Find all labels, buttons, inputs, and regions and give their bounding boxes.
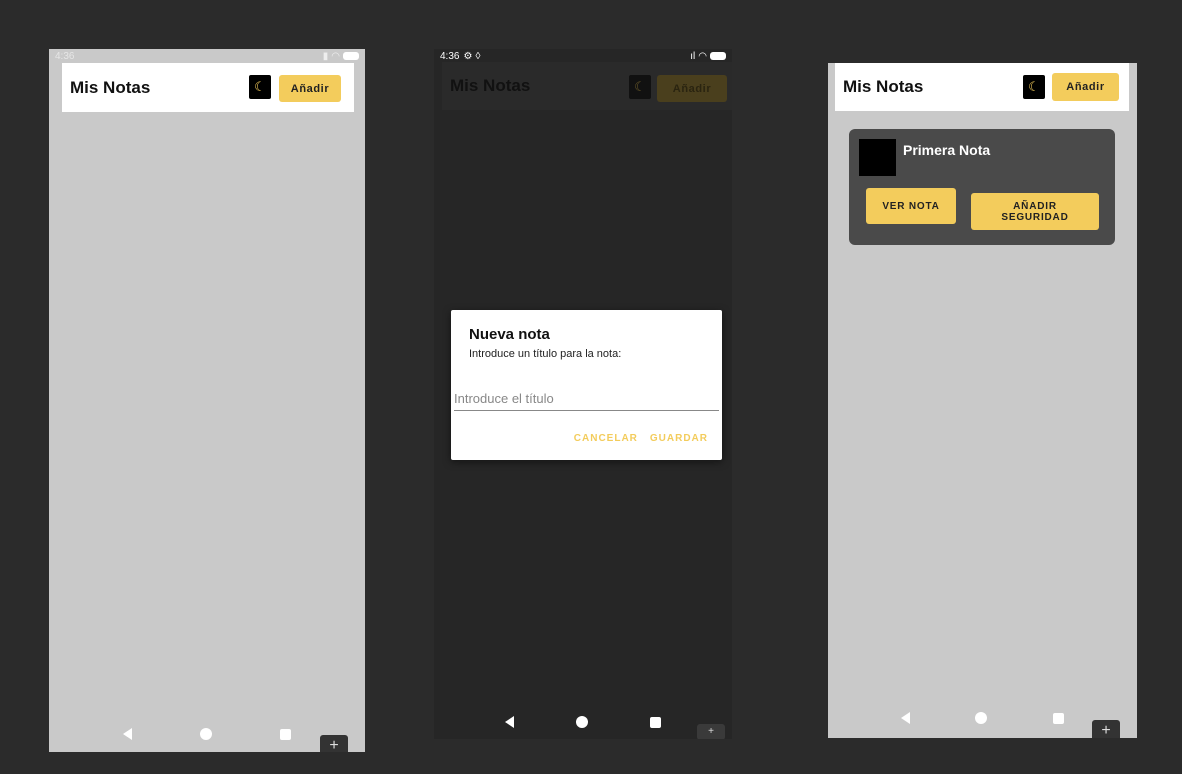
theme-toggle-button[interactable]: ☾ xyxy=(1023,75,1045,99)
app-bar: Mis Notas ☾ Añadir xyxy=(62,63,354,112)
moon-icon: ☾ xyxy=(634,79,646,94)
note-thumbnail xyxy=(859,139,896,176)
theme-toggle-button[interactable]: ☾ xyxy=(629,75,651,99)
screen-new-note-dialog: 4:36 ⚙ ◊ ıl ◠ Mis Notas ☾ Añadir Nueva n… xyxy=(434,49,732,739)
note-title-input[interactable] xyxy=(454,389,719,411)
app-title: Mis Notas xyxy=(450,76,531,95)
note-card: Primera Nota VER NOTA AÑADIR SEGURIDAD xyxy=(849,129,1115,245)
home-icon[interactable] xyxy=(975,712,988,724)
back-icon[interactable] xyxy=(900,712,910,724)
status-time: 4:36 xyxy=(55,50,75,62)
system-nav-bar xyxy=(828,703,1137,733)
view-note-label: VER NOTA xyxy=(882,200,940,212)
add-security-label-line1: AÑADIR xyxy=(1013,200,1057,212)
view-note-button[interactable]: VER NOTA xyxy=(866,188,956,224)
app-title: Mis Notas xyxy=(70,77,151,97)
fab-add-button[interactable]: + xyxy=(320,735,348,752)
status-icons: ıl ◠ xyxy=(690,51,726,62)
app-bar: Mis Notas ☾ Añadir xyxy=(442,62,732,110)
screen-note-list: Mis Notas ☾ Añadir Primera Nota VER NOTA… xyxy=(828,63,1137,738)
back-icon[interactable] xyxy=(123,728,132,740)
plus-icon: + xyxy=(329,737,339,753)
fab-add-button[interactable]: + xyxy=(1092,720,1120,738)
dialog-title: Nueva nota xyxy=(469,326,550,343)
status-bar: 4:36 ⚙ ◊ ıl ◠ xyxy=(434,49,732,63)
moon-icon: ☾ xyxy=(254,79,266,94)
status-bar: 4:36 ▮ ◠ xyxy=(49,49,365,63)
theme-toggle-button[interactable]: ☾ xyxy=(249,75,271,99)
plus-icon: + xyxy=(708,726,714,737)
settings-status-icon: ⚙ xyxy=(463,50,473,62)
recents-icon[interactable] xyxy=(650,716,661,728)
save-button[interactable]: GUARDAR xyxy=(650,433,708,444)
signal-icon: ıl xyxy=(690,50,696,62)
home-icon[interactable] xyxy=(200,728,212,740)
system-nav-bar xyxy=(434,707,732,737)
note-title: Primera Nota xyxy=(903,142,991,158)
add-note-button[interactable]: Añadir xyxy=(1052,73,1119,101)
wifi-icon: ◠ xyxy=(698,50,707,62)
signal-icon: ▮ xyxy=(322,50,329,62)
recents-icon[interactable] xyxy=(1053,712,1065,724)
battery-icon xyxy=(710,52,726,60)
recents-icon[interactable] xyxy=(280,728,291,740)
cancel-button[interactable]: CANCELAR xyxy=(574,433,638,444)
back-icon[interactable] xyxy=(505,716,514,728)
wifi-icon: ◠ xyxy=(331,50,340,62)
home-icon[interactable] xyxy=(576,716,588,728)
status-time: 4:36 xyxy=(440,50,460,62)
moon-icon: ☾ xyxy=(1028,79,1040,94)
plus-icon: + xyxy=(1101,722,1111,739)
dialog-actions: CANCELAR GUARDAR xyxy=(574,433,708,444)
fab-add-button[interactable]: + xyxy=(697,724,725,739)
dialog-message: Introduce un título para la nota: xyxy=(469,348,622,360)
add-note-button[interactable]: Añadir xyxy=(279,75,341,102)
add-note-button[interactable]: Añadir xyxy=(657,75,727,102)
add-security-label-line2: SEGURIDAD xyxy=(1001,211,1069,223)
app-title: Mis Notas xyxy=(843,77,924,96)
new-note-dialog: Nueva nota Introduce un título para la n… xyxy=(451,310,722,460)
battery-icon xyxy=(343,52,359,60)
app-bar: Mis Notas ☾ Añadir xyxy=(835,63,1129,111)
screen-empty-list: 4:36 ▮ ◠ Mis Notas ☾ Añadir + xyxy=(49,49,365,752)
status-icons: ▮ ◠ xyxy=(323,51,359,62)
shield-status-icon: ◊ xyxy=(475,50,481,62)
system-nav-bar xyxy=(49,719,365,749)
add-security-button[interactable]: AÑADIR SEGURIDAD xyxy=(971,193,1099,230)
